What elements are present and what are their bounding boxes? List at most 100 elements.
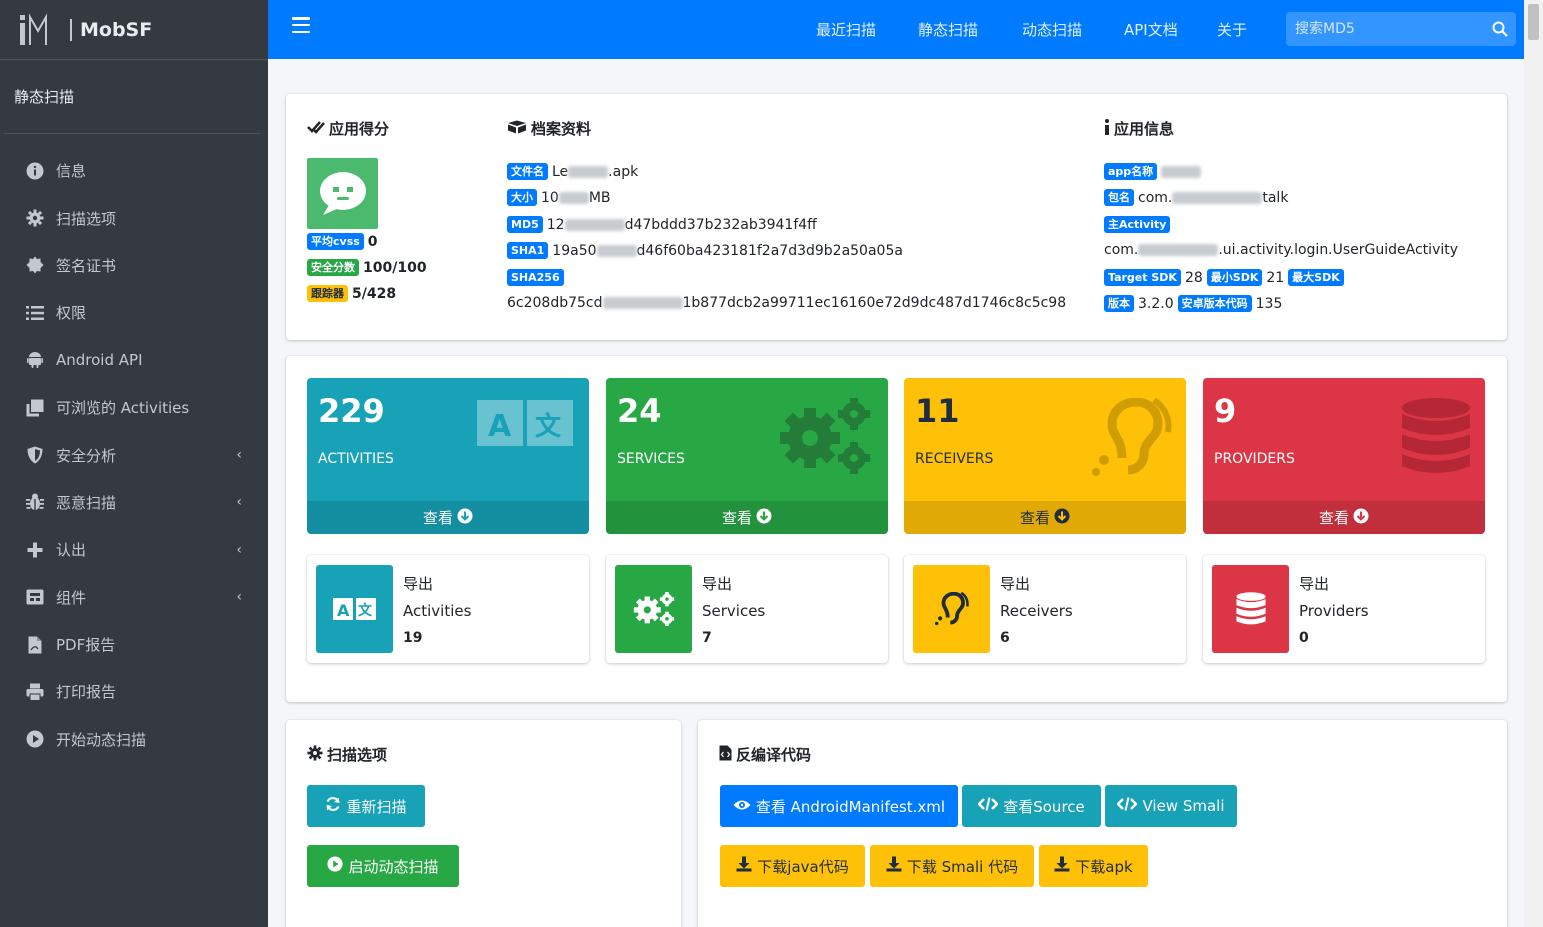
shield-icon [25, 445, 45, 465]
download-icon [736, 856, 752, 876]
sidebar-item-scan-options[interactable]: 扫描选项 [0, 194, 268, 241]
activities-label: ACTIVITIES [318, 451, 394, 467]
tracker-value: 5/428 [352, 285, 397, 302]
download-java-button[interactable]: 下载java代码 [720, 845, 865, 887]
cvss-value: 0 [367, 233, 378, 250]
services-view-link[interactable]: 查看 [606, 501, 888, 534]
search-input[interactable] [1286, 12, 1484, 46]
activities-view-link[interactable]: 查看 [307, 501, 589, 534]
min-sdk-value: 21 [1266, 269, 1285, 286]
exported-count: 19 [403, 630, 423, 646]
list-icon [25, 303, 45, 323]
download-apk-button[interactable]: 下载apk [1039, 845, 1148, 887]
sidebar-item-print-report[interactable]: 打印报告 [0, 668, 268, 715]
sidebar-item-label: 签名证书 [56, 256, 117, 275]
package-value-end: talk [1262, 189, 1289, 206]
nav-link-about[interactable]: 关于 [1217, 0, 1247, 59]
sidebar-item-start-dynamic-scan[interactable]: 开始动态扫描 [0, 716, 268, 763]
sidebar-item-label: 打印报告 [56, 683, 117, 702]
start-dynamic-scan-button[interactable]: 启动动态扫描 [307, 845, 459, 887]
sidebar-item-security-analysis[interactable]: 安全分析 ‹ [0, 431, 268, 478]
receivers-count: 11 [915, 392, 960, 430]
sidebar-item-malware-scan[interactable]: 恶意扫描 ‹ [0, 479, 268, 526]
sidebar-item-label: 可浏览的 Activities [56, 399, 190, 418]
sidebar-item-recognition[interactable]: 认出 ‹ [0, 526, 268, 573]
nav-link-dynamic-scan[interactable]: 动态扫描 [1022, 0, 1082, 59]
language-icon: A文 [477, 398, 575, 452]
sha256-label-row: SHA256 [507, 269, 564, 286]
version-badge: 版本 [1104, 295, 1134, 312]
view-manifest-button[interactable]: 查看 AndroidManifest.xml [720, 785, 958, 827]
tracker-row: 跟踪器 5/428 [307, 285, 396, 302]
exported-activities-box[interactable]: A文 导出 Activities 19 [307, 555, 589, 663]
sidebar-item-label: 信息 [56, 162, 87, 181]
exported-providers-box[interactable]: 导出 Providers 0 [1203, 555, 1485, 663]
sidebar-item-permissions[interactable]: 权限 [0, 289, 268, 336]
database-icon [1401, 398, 1471, 480]
exported-name: Providers [1299, 602, 1369, 620]
sha256-value-row: 6c208db75cd 1b877dcb2a99711ec16160e72d9dc… [507, 295, 1066, 311]
receivers-view-link[interactable]: 查看 [904, 501, 1186, 534]
exported-name: Activities [403, 602, 472, 620]
exported-services-box[interactable]: 导出 Services 7 [606, 555, 888, 663]
redacted-text [1138, 244, 1219, 256]
sidebar-item-browsable-activities[interactable]: 可浏览的 Activities [0, 384, 268, 431]
sidebar-item-label: 开始动态扫描 [56, 730, 147, 749]
search-icon[interactable] [1484, 12, 1516, 46]
providers-label: PROVIDERS [1214, 451, 1295, 467]
info-circle-icon [25, 161, 45, 181]
sidebar-item-pdf-report[interactable]: PDF报告 [0, 621, 268, 668]
menu-toggle-icon[interactable] [292, 17, 310, 33]
view-source-button[interactable]: 查看Source [962, 785, 1101, 827]
services-label: SERVICES [617, 451, 685, 467]
sidebar-item-info[interactable]: 信息 [0, 147, 268, 194]
providers-view-link[interactable]: 查看 [1203, 501, 1485, 534]
main-activity-badge: 主Activity [1104, 216, 1171, 233]
activities-stat-box: 229 ACTIVITIES A文 查看 [307, 378, 589, 534]
sidebar-item-android-api[interactable]: Android API [0, 337, 268, 384]
svg-text:A: A [488, 409, 512, 444]
sidebar-item-label: 恶意扫描 [56, 493, 117, 512]
brand-link[interactable]: MobSF [0, 0, 268, 60]
main-activity-value-end: .ui.activity.login.UserGuideActivity [1218, 242, 1459, 258]
database-icon [1212, 565, 1289, 653]
box-icon [507, 120, 527, 138]
scrollbar-thumb[interactable] [1528, 4, 1539, 40]
redacted-text [1172, 191, 1263, 204]
components-icon [25, 587, 45, 607]
decompiled-code-card: 反编译代码 查看 AndroidManifest.xml 查看Source Vi… [698, 720, 1507, 927]
download-smali-button[interactable]: 下载 Smali 代码 [870, 845, 1034, 887]
android-icon [25, 350, 45, 370]
scan-options-title: 扫描选项 [307, 744, 387, 765]
exported-receivers-box[interactable]: 导出 Receivers 6 [904, 555, 1186, 663]
cog-icon [25, 208, 45, 228]
chevron-left-icon: ‹ [236, 589, 242, 606]
sidebar-item-label: 组件 [56, 588, 87, 607]
certificate-icon [25, 255, 45, 275]
summary-card: 应用得分 平均cvss 0 安全分数 100/100 跟踪器 5/428 档案资… [286, 94, 1507, 340]
sidebar-item-label: 扫描选项 [56, 209, 117, 228]
eye-icon [733, 797, 751, 815]
providers-stat-box: 9 PROVIDERS 查看 [1203, 378, 1485, 534]
md5-value-start: 12 [546, 216, 565, 233]
scan-options-card: 扫描选项 重新扫描 启动动态扫描 [286, 720, 681, 927]
language-icon: A文 [316, 565, 393, 653]
print-icon [25, 682, 45, 702]
page-scrollbar[interactable] [1524, 0, 1543, 927]
sidebar-item-certificate[interactable]: 签名证书 [0, 242, 268, 289]
sidebar-item-components[interactable]: 组件 ‹ [0, 574, 268, 621]
redacted-text [564, 218, 625, 231]
view-smali-button[interactable]: View Smali [1105, 785, 1237, 827]
package-value-start: com. [1138, 189, 1173, 206]
nav-link-static-scan[interactable]: 静态扫描 [918, 0, 978, 59]
exported-count: 0 [1299, 630, 1309, 646]
nav-link-recent-scans[interactable]: 最近扫描 [816, 0, 876, 59]
chevron-left-icon: ‹ [236, 541, 242, 558]
rescan-button[interactable]: 重新扫描 [307, 785, 425, 827]
nav-link-api-docs[interactable]: API文档 [1124, 0, 1178, 59]
size-row: 大小 10 MB [507, 189, 611, 206]
download-icon [886, 856, 902, 876]
components-card: 229 ACTIVITIES A文 查看 24 SERVICES 查看 11 R… [286, 356, 1507, 702]
md5-value-end: d47bddd37b232ab3941f4ff [624, 216, 817, 233]
exported-title: 导出 [403, 575, 434, 593]
